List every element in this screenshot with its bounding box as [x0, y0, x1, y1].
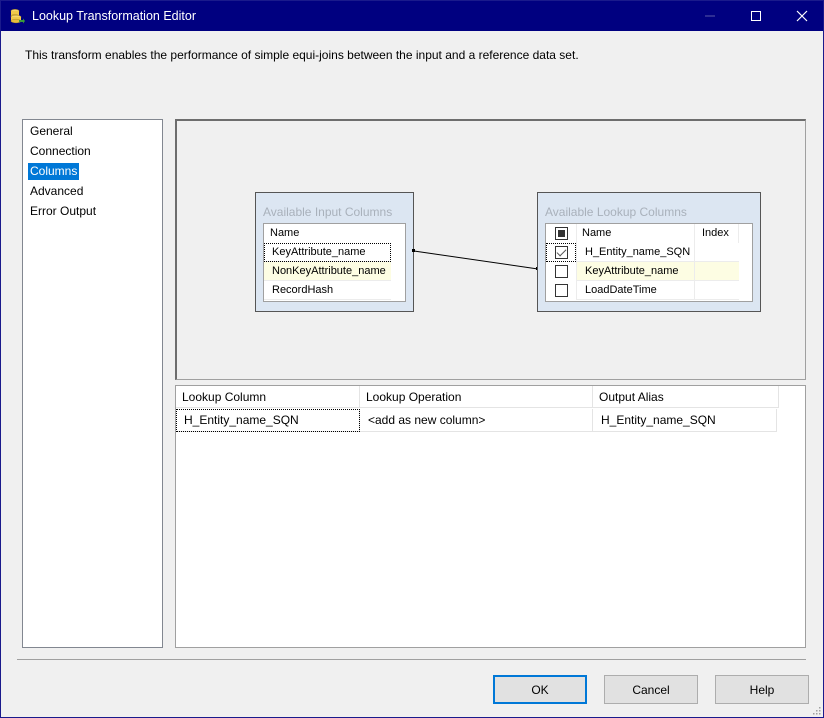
close-button[interactable] [779, 1, 824, 31]
input-columns-caption: Available Input Columns [263, 205, 393, 219]
lookup-row-checkbox-cell[interactable] [546, 243, 576, 262]
footer-divider [17, 659, 806, 660]
database-transform-icon [10, 9, 25, 24]
grid-cell-lookup-column[interactable]: H_Entity_name_SQN [176, 409, 360, 432]
maximize-icon [751, 11, 761, 21]
lookup-columns-list[interactable]: Name Index H_Entity_name_SQN KeyAttribut… [545, 223, 753, 302]
lookup-columns-caption: Available Lookup Columns [545, 205, 687, 219]
minimize-button[interactable] [687, 1, 733, 31]
lookup-column-checkbox[interactable] [555, 284, 568, 297]
grid-header-lookup-column[interactable]: Lookup Column [176, 386, 360, 408]
ok-button[interactable]: OK [493, 675, 587, 704]
grid-cell-lookup-operation[interactable]: <add as new column> [360, 409, 593, 432]
input-column-row[interactable]: NonKeyAttribute_name [264, 262, 391, 281]
lookup-column-name[interactable]: KeyAttribute_name [577, 262, 694, 281]
column-mapping-canvas[interactable]: Available Input Columns Name KeyAttribut… [175, 119, 806, 380]
lookup-column-name[interactable]: LoadDateTime [577, 281, 694, 300]
help-button[interactable]: Help [715, 675, 809, 704]
lookup-transformation-editor-window: Lookup Transformation Editor This transf… [0, 0, 824, 718]
minimize-icon [705, 15, 715, 17]
title-bar[interactable]: Lookup Transformation Editor [1, 1, 823, 31]
page-navigation-list[interactable]: General Connection Columns Advanced Erro… [22, 119, 163, 648]
description-text: This transform enables the performance o… [25, 48, 579, 62]
input-column-row[interactable]: KeyAttribute_name [264, 243, 391, 262]
lookup-column-checkbox[interactable] [555, 265, 568, 278]
lookup-columns-header-index[interactable]: Index [702, 224, 729, 243]
nav-item-error-output[interactable]: Error Output [28, 203, 98, 220]
grid-cell-output-alias[interactable]: H_Entity_name_SQN [593, 409, 777, 432]
grid-header-output-alias[interactable]: Output Alias [593, 386, 779, 408]
select-all-checkbox[interactable] [555, 227, 568, 240]
close-icon [796, 10, 808, 22]
nav-item-columns[interactable]: Columns [28, 163, 80, 180]
input-columns-header-name[interactable]: Name [270, 224, 390, 243]
input-columns-list[interactable]: Name KeyAttribute_name NonKeyAttribute_n… [263, 223, 406, 302]
lookup-column-name[interactable]: H_Entity_name_SQN [577, 243, 694, 262]
available-lookup-columns-box[interactable]: Available Lookup Columns Name Index H_En… [537, 192, 761, 312]
resize-grip-icon[interactable] [811, 705, 821, 715]
nav-item-connection[interactable]: Connection [28, 143, 93, 160]
column-divider [738, 224, 739, 243]
lookup-output-grid[interactable]: Lookup Column Lookup Operation Output Al… [175, 385, 806, 648]
lookup-column-index[interactable] [695, 281, 739, 300]
available-input-columns-box[interactable]: Available Input Columns Name KeyAttribut… [255, 192, 414, 312]
lookup-column-checkbox[interactable] [555, 246, 568, 259]
lookup-column-index[interactable] [695, 262, 739, 281]
lookup-columns-header-name[interactable]: Name [582, 224, 611, 243]
maximize-button[interactable] [733, 1, 779, 31]
grid-header-lookup-operation[interactable]: Lookup Operation [360, 386, 593, 408]
cancel-button[interactable]: Cancel [604, 675, 698, 704]
nav-item-general[interactable]: General [28, 123, 75, 140]
lookup-column-index[interactable] [695, 243, 739, 262]
window-title: Lookup Transformation Editor [32, 9, 196, 23]
input-column-row[interactable]: RecordHash [264, 281, 391, 300]
nav-item-advanced[interactable]: Advanced [28, 183, 85, 200]
